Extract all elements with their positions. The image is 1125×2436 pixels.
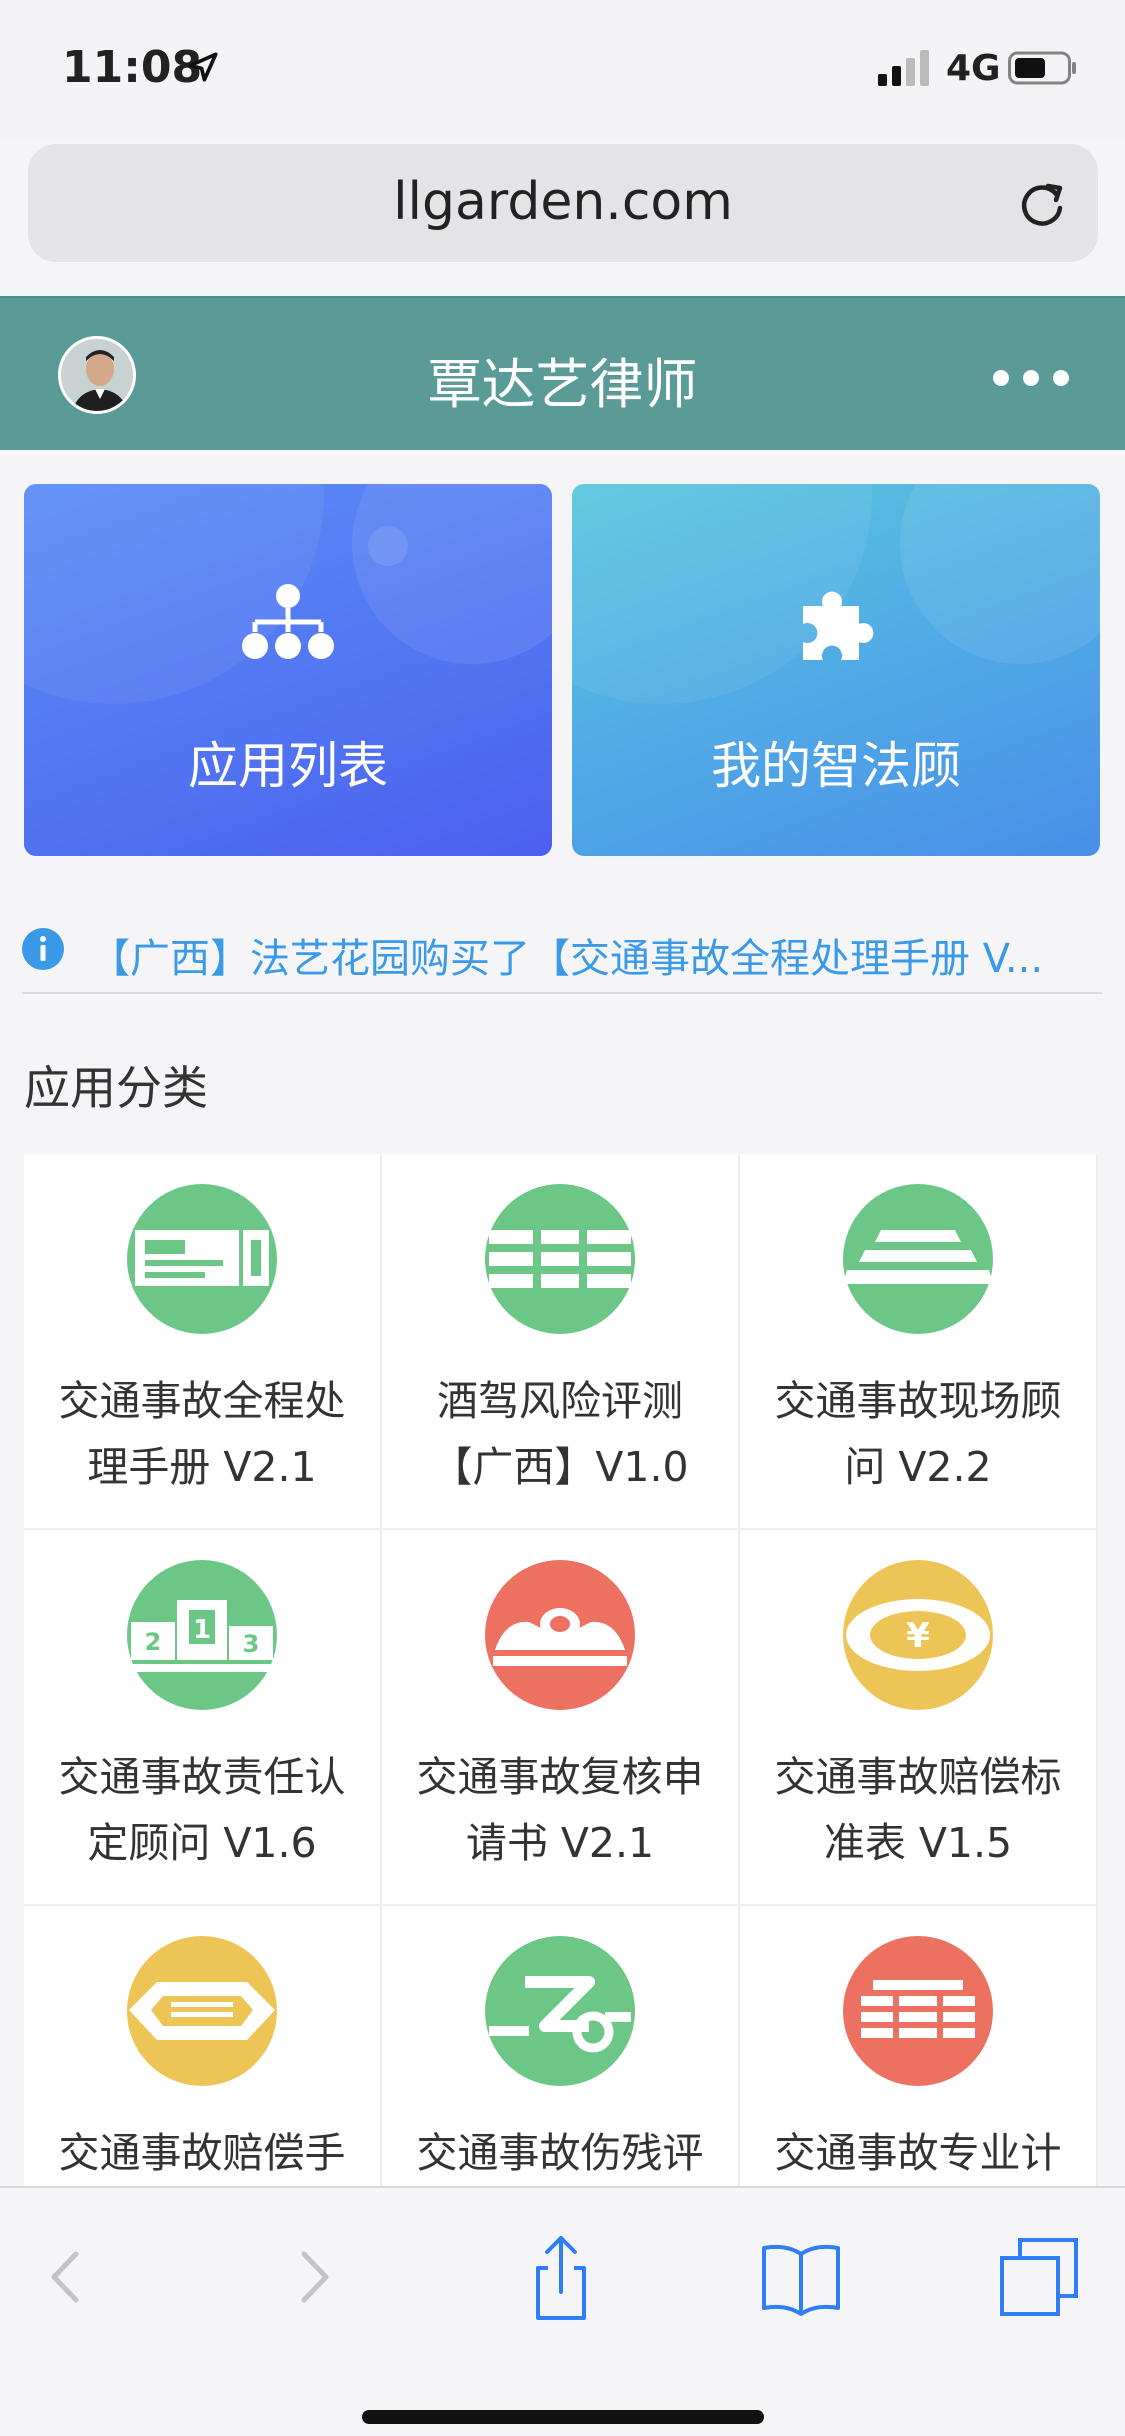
calculator-icon — [843, 1936, 993, 2086]
app-label: 交通事故赔偿标 准表 V1.5 — [774, 1753, 1062, 1867]
app-label: 交通事故专业计 — [774, 2129, 1062, 2177]
tabs-icon[interactable] — [994, 2232, 1084, 2322]
svg-text:1: 1 — [193, 1615, 211, 1645]
location-arrow-icon — [188, 52, 218, 82]
info-icon — [22, 928, 64, 970]
back-icon[interactable] — [20, 2232, 110, 2322]
tray-icon — [127, 1936, 277, 2086]
share-icon[interactable] — [516, 2232, 606, 2322]
handbook-icon — [127, 1184, 277, 1334]
cellular-signal-icon — [878, 50, 929, 86]
browser-toolbar — [0, 2186, 1125, 2436]
my-advisor-card[interactable]: 我的智法顾 — [572, 484, 1100, 856]
app-label: 交通事故伤残评 — [416, 2129, 704, 2177]
purchase-notice-marquee[interactable]: 【广西】法艺花园购买了【交通事故全程处理手册 V... — [22, 910, 1102, 994]
scene-icon — [843, 1184, 993, 1334]
url-text: llgarden.com — [393, 172, 733, 232]
network-type: 4G — [946, 48, 1001, 89]
app-list-label: 应用列表 — [188, 737, 388, 795]
address-bar[interactable]: llgarden.com — [28, 144, 1098, 262]
svg-text:3: 3 — [243, 1630, 260, 1658]
app-label: 交通事故责任认 定顾问 V1.6 — [58, 1753, 346, 1867]
app-tile-review-application[interactable]: 交通事故复核申 请书 V2.1 — [382, 1530, 740, 1906]
more-options-icon[interactable] — [991, 368, 1071, 388]
page-title: 覃达艺律师 — [427, 353, 698, 416]
battery-icon — [1008, 51, 1076, 85]
svg-text:2: 2 — [145, 1628, 162, 1656]
disability-icon — [485, 1936, 635, 2086]
home-indicator — [362, 2410, 764, 2424]
review-icon — [485, 1560, 635, 1710]
sitemap-icon — [242, 584, 334, 659]
app-label: 交通事故全程处 理手册 V2.1 — [58, 1377, 346, 1491]
puzzle-icon — [803, 591, 874, 660]
yen-icon: ¥ — [843, 1560, 993, 1710]
app-tile-scene-advisor[interactable]: 交通事故现场顾问 V2.2 — [740, 1154, 1098, 1530]
app-tile-compensation-standard[interactable]: ¥ 交通事故赔偿标 准表 V1.5 — [740, 1530, 1098, 1906]
app-tile-drunk-driving[interactable]: 酒驾风险评测 【广西】V1.0 — [382, 1154, 740, 1530]
section-title: 应用分类 — [24, 1061, 208, 1115]
app-label: 酒驾风险评测 【广西】V1.0 — [431, 1377, 689, 1491]
reload-icon[interactable] — [1016, 178, 1068, 230]
notice-text: 【广西】法艺花园购买了【交通事故全程处理手册 V... — [90, 936, 1044, 982]
svg-text:¥: ¥ — [906, 1616, 930, 1656]
table-icon — [485, 1184, 635, 1334]
app-header: 覃达艺律师 — [0, 296, 1125, 450]
status-bar: 11:08 4G — [0, 0, 1125, 140]
status-time: 11:08 — [62, 42, 203, 93]
app-label: 交通事故赔偿手 — [58, 2129, 346, 2177]
app-label: 交通事故现场顾问 V2.2 — [774, 1377, 1062, 1491]
forward-icon[interactable] — [270, 2232, 360, 2322]
app-tile-handbook[interactable]: 交通事故全程处 理手册 V2.1 — [24, 1154, 382, 1530]
podium-icon: 2 1 3 — [127, 1560, 277, 1710]
bookmarks-icon[interactable] — [756, 2232, 846, 2322]
app-label: 交通事故复核申 请书 V2.1 — [416, 1753, 704, 1867]
app-tile-liability[interactable]: 2 1 3 交通事故责任认 定顾问 V1.6 — [24, 1530, 382, 1906]
app-list-card[interactable]: 应用列表 — [24, 484, 552, 856]
my-advisor-label: 我的智法顾 — [711, 737, 961, 795]
